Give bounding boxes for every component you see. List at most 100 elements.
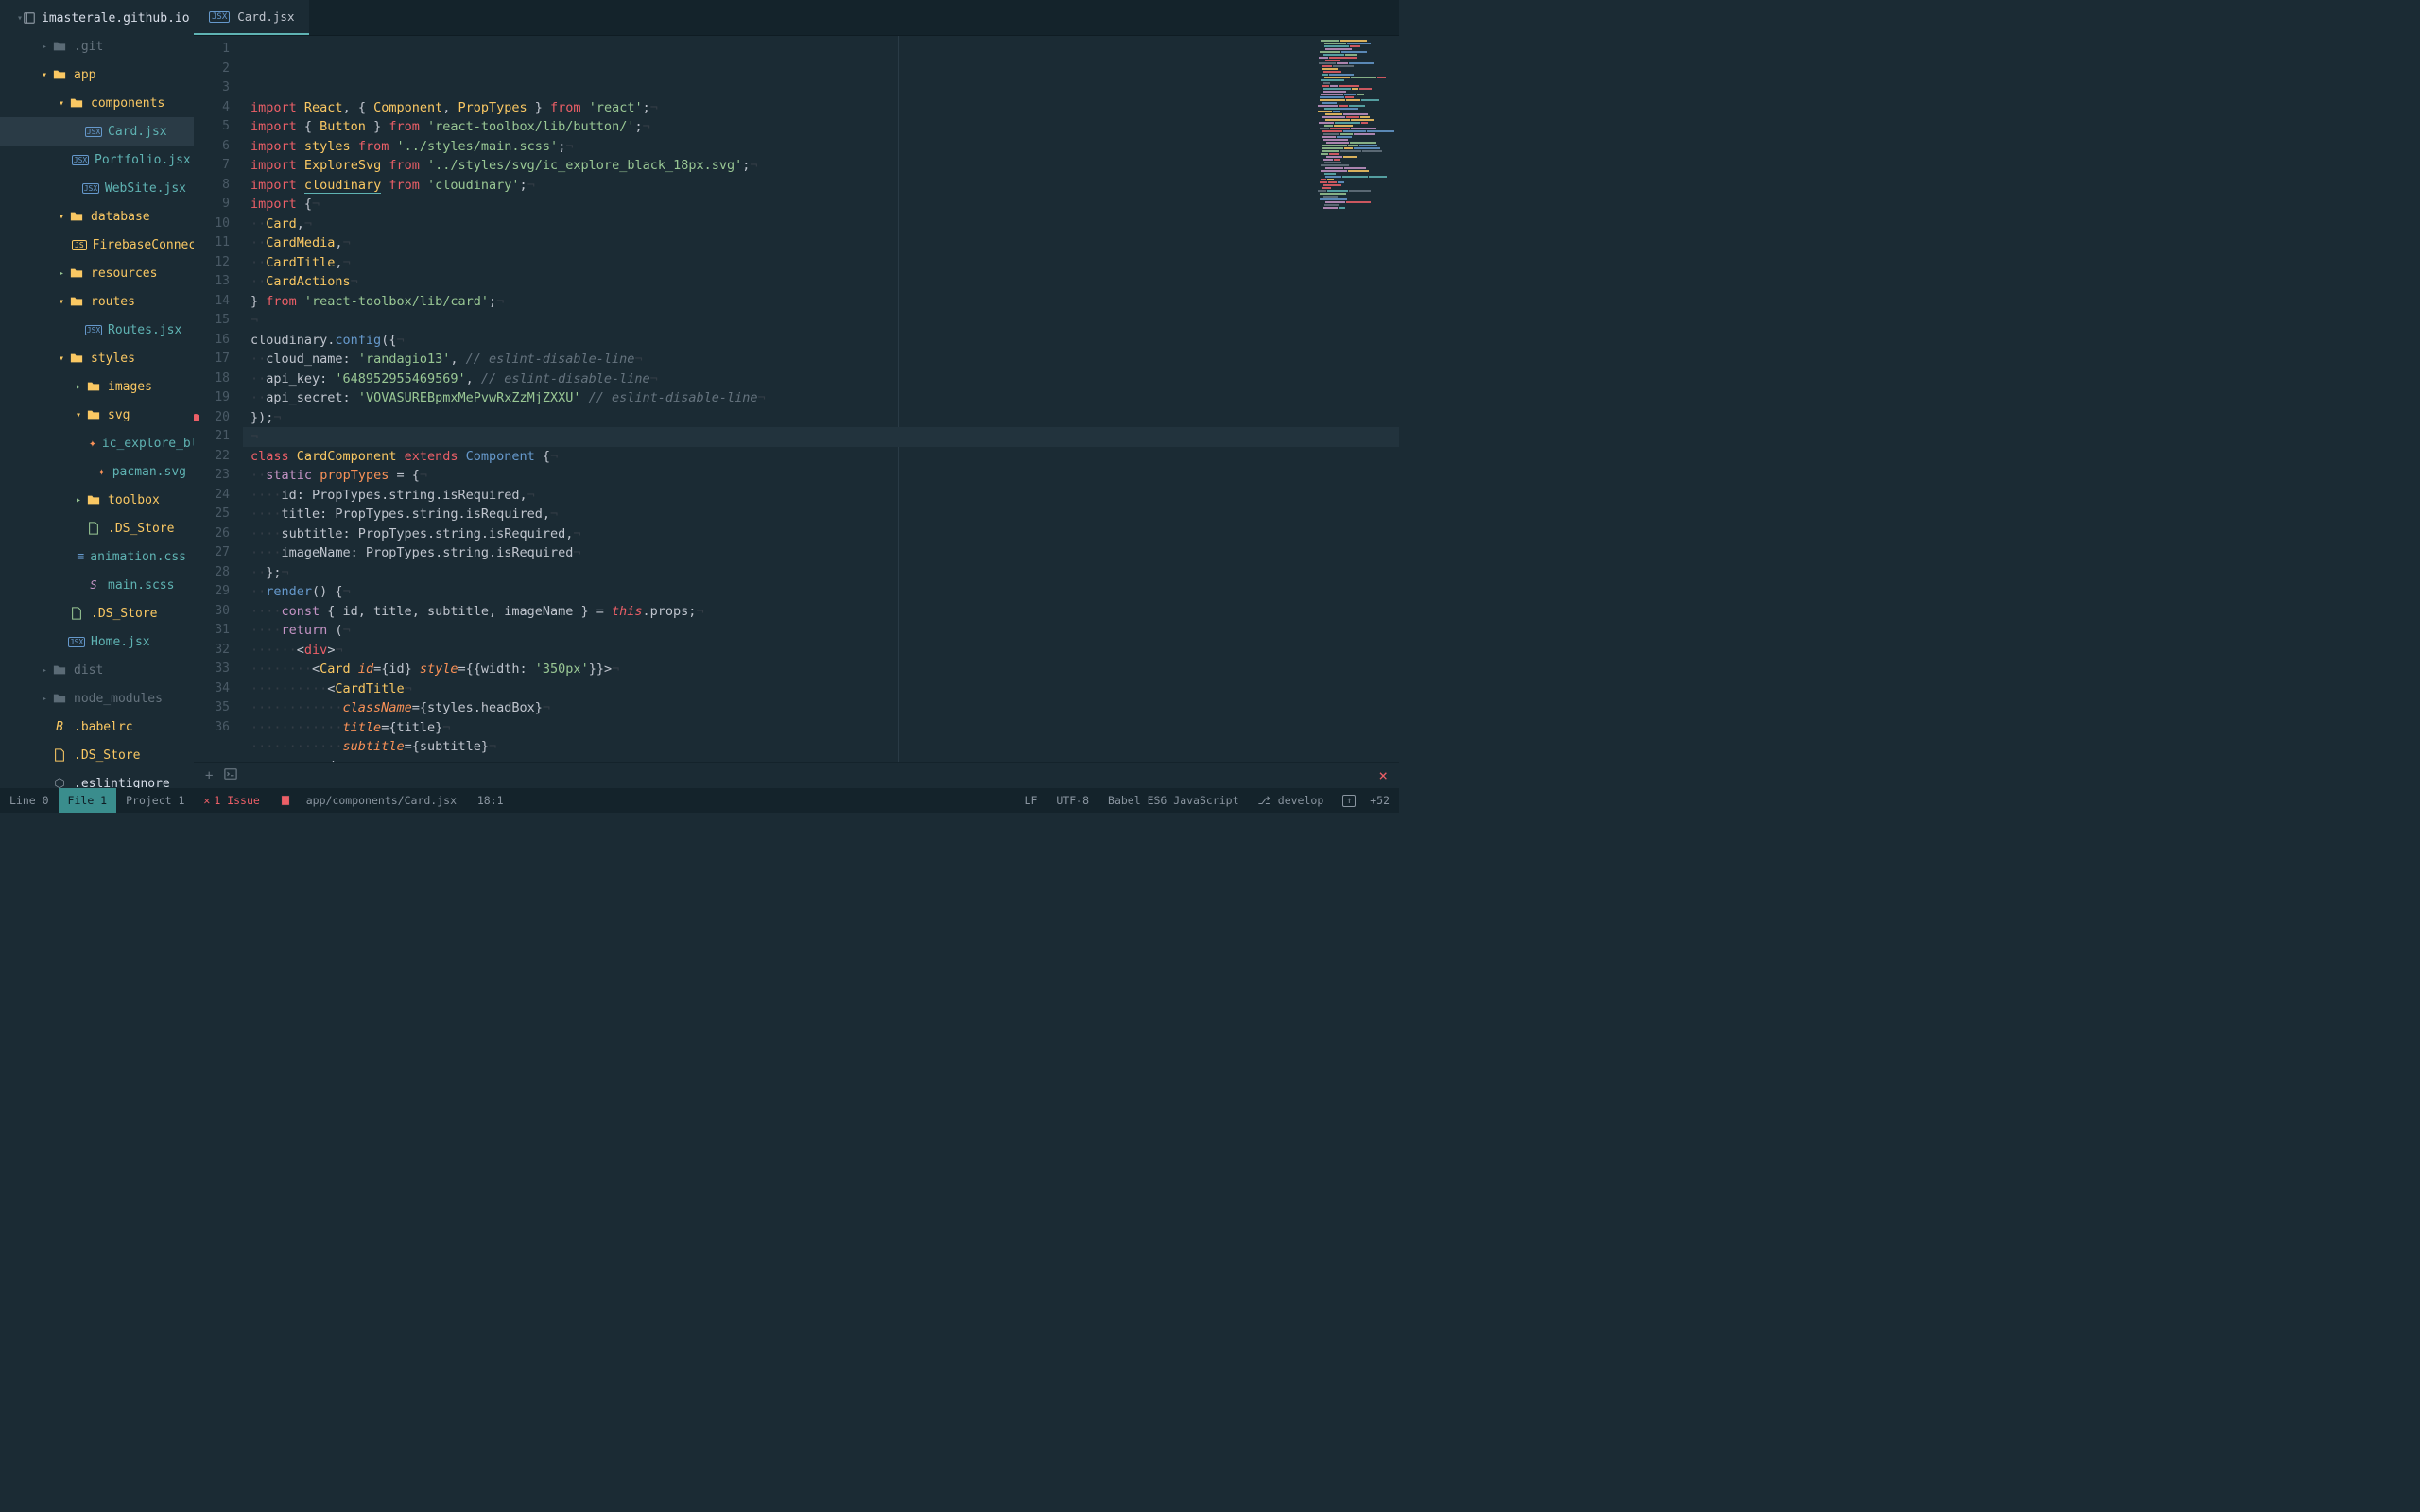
tree-item-label: app	[74, 68, 95, 82]
tree-item-animation-css[interactable]: ≡animation.css	[0, 542, 194, 571]
file-icon	[85, 522, 102, 535]
code-line-35: ··········/>¬	[243, 757, 1399, 763]
code-line-11: } from 'react-toolbox/lib/card';¬	[243, 292, 1399, 312]
chevron-down-icon: ▾	[55, 98, 68, 109]
status-issues[interactable]: ✕ 1 Issue	[194, 788, 268, 813]
file-icon	[68, 295, 85, 308]
code-line-8: ··CardMedia,¬	[243, 233, 1399, 253]
code-line-20: ··static propTypes = {¬	[243, 466, 1399, 486]
file-icon: JSX	[85, 325, 102, 335]
file-icon	[51, 663, 68, 677]
tree-item-card-jsx[interactable]: JSXCard.jsx	[0, 117, 194, 146]
tree-item-ic-explore-bl[interactable]: ✦ic_explore_bl	[0, 429, 194, 457]
status-line[interactable]: Line 0	[0, 788, 59, 813]
tree-item--babelrc[interactable]: B.babelrc	[0, 713, 194, 741]
tree-item-pacman-svg[interactable]: ✦pacman.svg	[0, 457, 194, 486]
line-number-gutter[interactable]: 1234567891011121314151617181920212223242…	[194, 36, 243, 762]
tree-item-label: node_modules	[74, 692, 163, 706]
code-line-34: ············subtitle={subtitle}¬	[243, 737, 1399, 757]
file-icon	[68, 266, 85, 280]
tree-item-label: components	[91, 96, 164, 111]
tree-item-styles[interactable]: ▾styles	[0, 344, 194, 372]
tree-item-database[interactable]: ▾database	[0, 202, 194, 231]
tree-item-label: Routes.jsx	[108, 323, 182, 337]
chevron-down-icon: ▾	[55, 297, 68, 307]
tree-item-label: .DS_Store	[74, 748, 140, 763]
repo-icon	[23, 11, 36, 25]
project-root[interactable]: ▾ imasterale.github.io	[0, 4, 194, 32]
tab-card-jsx[interactable]: JSX Card.jsx	[194, 0, 309, 35]
chevron-down-icon: ▾	[55, 353, 68, 364]
status-git-branch[interactable]: develop	[1249, 794, 1334, 807]
code-line-17: });¬	[243, 408, 1399, 428]
code-line-31: ··········<CardTitle¬	[243, 679, 1399, 699]
code-line-24: ····imageName: PropTypes.string.isRequir…	[243, 543, 1399, 563]
tree-item-label: resources	[91, 266, 157, 281]
project-root-label: imasterale.github.io	[42, 11, 190, 26]
tree-item--ds-store[interactable]: .DS_Store	[0, 599, 194, 627]
tree-item-main-scss[interactable]: Smain.scss	[0, 571, 194, 599]
status-file[interactable]: File 1	[59, 788, 117, 813]
tree-item-routes[interactable]: ▾routes	[0, 287, 194, 316]
status-project[interactable]: Project 1	[116, 788, 194, 813]
close-panel-button[interactable]: ×	[1378, 766, 1388, 784]
bottom-panel-bar: + ×	[194, 762, 1399, 788]
code-line-7: ··Card,¬	[243, 215, 1399, 234]
tree-item-resources[interactable]: ▸ resources	[0, 259, 194, 287]
code-line-1: import React, { Component, PropTypes } f…	[243, 98, 1399, 118]
chevron-right-icon: ▸	[72, 382, 85, 392]
code-line-5: import cloudinary from 'cloudinary';¬	[243, 176, 1399, 196]
tree-item--eslintignore[interactable]: ⬡ .eslintignore	[0, 769, 194, 788]
tree-item-label: images	[108, 380, 152, 394]
tree-item-label: .eslintignore	[74, 777, 170, 789]
status-encoding[interactable]: UTF-8	[1046, 794, 1098, 807]
file-icon: JSX	[85, 127, 102, 137]
editor-pane: JSX Card.jsx 123456789101112131415161718…	[194, 0, 1399, 788]
tree-item-svg[interactable]: ▾svg	[0, 401, 194, 429]
chevron-down-icon: ▾	[55, 212, 68, 222]
add-panel-button[interactable]: +	[205, 768, 213, 783]
tree-item-node-modules[interactable]: ▸node_modules	[0, 684, 194, 713]
code-line-6: import {¬	[243, 195, 1399, 215]
tree-item-components[interactable]: ▾ components	[0, 89, 194, 117]
status-language[interactable]: Babel ES6 JavaScript	[1098, 794, 1248, 807]
terminal-button[interactable]	[224, 767, 237, 784]
status-git-sync[interactable]: ↑ +52	[1333, 794, 1399, 807]
file-icon: ✦	[96, 465, 107, 479]
tree-item--ds-store[interactable]: .DS_Store	[0, 741, 194, 769]
tree-item--ds-store[interactable]: .DS_Store	[0, 514, 194, 542]
chevron-right-icon: ▸	[55, 268, 68, 279]
file-icon	[68, 96, 85, 110]
file-tree-sidebar[interactable]: ▾ imasterale.github.io ▸.git▾app▾compone…	[0, 0, 194, 788]
status-line-ending[interactable]: LF	[1015, 794, 1047, 807]
file-icon	[85, 493, 102, 507]
file-icon	[279, 794, 292, 807]
minimap[interactable]	[1314, 36, 1399, 225]
status-filepath[interactable]: app/components/Card.jsx 18:1	[269, 788, 513, 813]
file-icon: ⬡	[51, 777, 68, 789]
code-line-30: ········<Card id={id} style={{width: '35…	[243, 660, 1399, 679]
code-line-21: ····id: PropTypes.string.isRequired,¬	[243, 486, 1399, 506]
tree-item-home-jsx[interactable]: JSXHome.jsx	[0, 627, 194, 656]
jsx-file-icon: JSX	[209, 11, 230, 23]
tree-item--git[interactable]: ▸.git	[0, 32, 194, 60]
tree-item-routes-jsx[interactable]: JSX Routes.jsx	[0, 316, 194, 344]
file-icon: JSX	[72, 155, 89, 165]
file-icon	[51, 40, 68, 53]
tree-item-dist[interactable]: ▸dist	[0, 656, 194, 684]
tree-item-app[interactable]: ▾app	[0, 60, 194, 89]
code-area[interactable]: 1234567891011121314151617181920212223242…	[194, 36, 1399, 762]
file-icon	[51, 748, 68, 762]
code-line-10: ··CardActions¬	[243, 272, 1399, 292]
tree-item-website-jsx[interactable]: JSXWebSite.jsx	[0, 174, 194, 202]
file-icon	[68, 210, 85, 223]
code-line-29: ······<div>¬	[243, 641, 1399, 661]
tab-bar[interactable]: JSX Card.jsx	[194, 0, 1399, 36]
tree-item-label: .git	[74, 40, 103, 54]
tree-item-images[interactable]: ▸ images	[0, 372, 194, 401]
file-icon	[51, 68, 68, 81]
tree-item-portfolio-jsx[interactable]: JSXPortfolio.jsx	[0, 146, 194, 174]
code-content[interactable]: import React, { Component, PropTypes } f…	[243, 36, 1399, 762]
tree-item-toolbox[interactable]: ▸toolbox	[0, 486, 194, 514]
tree-item-firebaseconnec[interactable]: JSFirebaseConnec	[0, 231, 194, 259]
